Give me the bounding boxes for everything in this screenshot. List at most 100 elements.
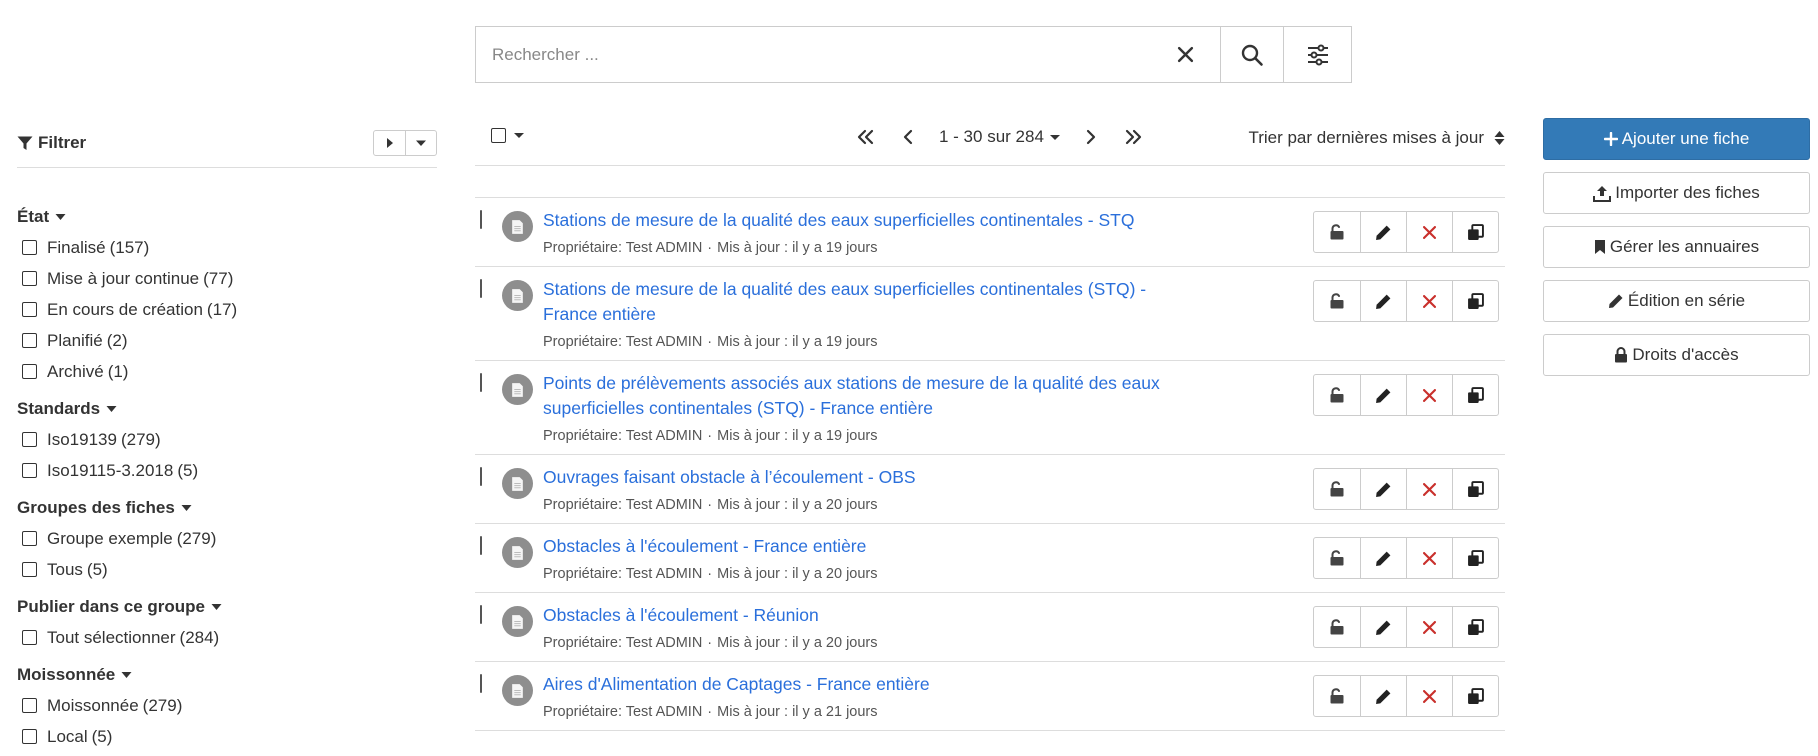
duplicate-button[interactable]	[1452, 538, 1498, 578]
facet-title-moissonnee[interactable]: Moissonnée	[17, 663, 437, 687]
facet-item-tous[interactable]: Tous (5)	[17, 554, 437, 585]
select-all-dropdown[interactable]	[491, 128, 524, 143]
record-title-link[interactable]: Points de prélèvements associés aux stat…	[543, 361, 1173, 421]
facet-item-planifie[interactable]: Planifié (2)	[17, 325, 437, 356]
row-checkbox[interactable]	[480, 210, 482, 229]
access-rights-button[interactable]: Droits d'accès	[1543, 334, 1810, 376]
edit-button[interactable]	[1360, 281, 1406, 321]
privileges-button[interactable]	[1314, 212, 1360, 252]
facet-item-archive[interactable]: Archivé (1)	[17, 356, 437, 387]
record-title-link[interactable]: Ouvrages faisant obstacle à l’écoulement…	[543, 455, 1173, 490]
delete-button[interactable]	[1406, 281, 1452, 321]
checkbox[interactable]	[22, 240, 37, 255]
search-input[interactable]	[476, 27, 1150, 82]
facet-item-en-cours[interactable]: En cours de création (17)	[17, 294, 437, 325]
copy-icon	[1468, 480, 1484, 497]
clear-search-button[interactable]	[1150, 27, 1220, 82]
facet-title-groupes[interactable]: Groupes des fiches	[17, 496, 437, 520]
duplicate-button[interactable]	[1452, 281, 1498, 321]
facet-item-finalise[interactable]: Finalisé (157)	[17, 232, 437, 263]
add-record-button[interactable]: Ajouter une fiche	[1543, 118, 1810, 160]
manage-directories-button[interactable]: Gérer les annuaires	[1543, 226, 1810, 268]
privileges-button[interactable]	[1314, 469, 1360, 509]
advanced-search-button[interactable]	[1283, 27, 1351, 82]
duplicate-button[interactable]	[1452, 469, 1498, 509]
facet-item-moissonnee[interactable]: Moissonnée (279)	[17, 690, 437, 721]
separator-dot: ·	[707, 240, 713, 256]
record-title-link[interactable]: Stations de mesure de la qualité des eau…	[543, 198, 1173, 233]
batch-edit-button[interactable]: Édition en série	[1543, 280, 1810, 322]
edit-button[interactable]	[1360, 538, 1406, 578]
checkbox[interactable]	[22, 729, 37, 744]
checkbox[interactable]	[22, 531, 37, 546]
duplicate-button[interactable]	[1452, 375, 1498, 415]
row-checkbox[interactable]	[480, 674, 482, 693]
next-page-button[interactable]	[1070, 123, 1112, 151]
filter-header: Filtrer	[17, 118, 437, 168]
chevron-right-icon	[1086, 129, 1096, 145]
checkbox[interactable]	[22, 562, 37, 577]
delete-button[interactable]	[1406, 375, 1452, 415]
row-checkbox[interactable]	[480, 467, 482, 486]
delete-button[interactable]	[1406, 469, 1452, 509]
checkbox[interactable]	[22, 432, 37, 447]
record-title-link[interactable]: Stations de mesure de la qualité des eau…	[543, 267, 1173, 327]
pencil-icon	[1376, 294, 1391, 309]
row-checkbox[interactable]	[480, 373, 482, 392]
checkbox[interactable]	[22, 698, 37, 713]
edit-button[interactable]	[1360, 375, 1406, 415]
page-range-dropdown[interactable]: 1 - 30 sur 284	[929, 127, 1070, 147]
duplicate-button[interactable]	[1452, 676, 1498, 716]
record-title-link[interactable]: Obstacles à l'écoulement - France entièr…	[543, 524, 1173, 559]
delete-button[interactable]	[1406, 676, 1452, 716]
document-icon	[512, 288, 523, 303]
checkbox[interactable]	[22, 271, 37, 286]
duplicate-button[interactable]	[1452, 607, 1498, 647]
facet-title-standards[interactable]: Standards	[17, 397, 437, 421]
expand-facets-button[interactable]	[374, 131, 405, 155]
close-icon	[1423, 689, 1436, 703]
first-page-button[interactable]	[845, 123, 887, 151]
edit-button[interactable]	[1360, 469, 1406, 509]
row-checkbox[interactable]	[480, 605, 482, 624]
previous-page-button[interactable]	[887, 123, 929, 151]
chevron-left-icon	[903, 129, 913, 145]
last-page-button[interactable]	[1112, 123, 1154, 151]
record-title-link[interactable]: Obstacles à l'écoulement - Réunion	[543, 593, 1173, 628]
edit-button[interactable]	[1360, 212, 1406, 252]
delete-button[interactable]	[1406, 212, 1452, 252]
edit-button[interactable]	[1360, 607, 1406, 647]
record-title-link[interactable]: Aires d'Alimentation de Captages - Franc…	[543, 662, 1173, 697]
collapse-facets-button[interactable]	[405, 130, 436, 155]
duplicate-button[interactable]	[1452, 212, 1498, 252]
row-checkbox[interactable]	[480, 536, 482, 555]
facet-item-tout-selectionner[interactable]: Tout sélectionner (284)	[17, 622, 437, 653]
facet-item-mise-a-jour[interactable]: Mise à jour continue (77)	[17, 263, 437, 294]
facet-title-etat[interactable]: État	[17, 205, 437, 229]
select-all-checkbox[interactable]	[491, 128, 506, 143]
privileges-button[interactable]	[1314, 607, 1360, 647]
facet-item-iso19115[interactable]: Iso19115-3.2018 (5)	[17, 455, 437, 486]
delete-button[interactable]	[1406, 607, 1452, 647]
facet-item-iso19139[interactable]: Iso19139 (279)	[17, 424, 437, 455]
checkbox[interactable]	[22, 302, 37, 317]
sort-dropdown[interactable]: Trier par dernières mises à jour	[1248, 128, 1505, 148]
checkbox[interactable]	[22, 463, 37, 478]
row-checkbox[interactable]	[480, 279, 482, 298]
facet-item-groupe-exemple[interactable]: Groupe exemple (279)	[17, 523, 437, 554]
search-button[interactable]	[1220, 27, 1283, 82]
privileges-button[interactable]	[1314, 538, 1360, 578]
facet-title-publier[interactable]: Publier dans ce groupe	[17, 595, 437, 619]
facet-item-local[interactable]: Local (5)	[17, 721, 437, 752]
record-thumbnail	[502, 606, 533, 637]
privileges-button[interactable]	[1314, 676, 1360, 716]
checkbox[interactable]	[22, 333, 37, 348]
pencil-icon	[1376, 620, 1391, 635]
checkbox[interactable]	[22, 364, 37, 379]
privileges-button[interactable]	[1314, 375, 1360, 415]
privileges-button[interactable]	[1314, 281, 1360, 321]
checkbox[interactable]	[22, 630, 37, 645]
edit-button[interactable]	[1360, 676, 1406, 716]
delete-button[interactable]	[1406, 538, 1452, 578]
import-records-button[interactable]: Importer des fiches	[1543, 172, 1810, 214]
